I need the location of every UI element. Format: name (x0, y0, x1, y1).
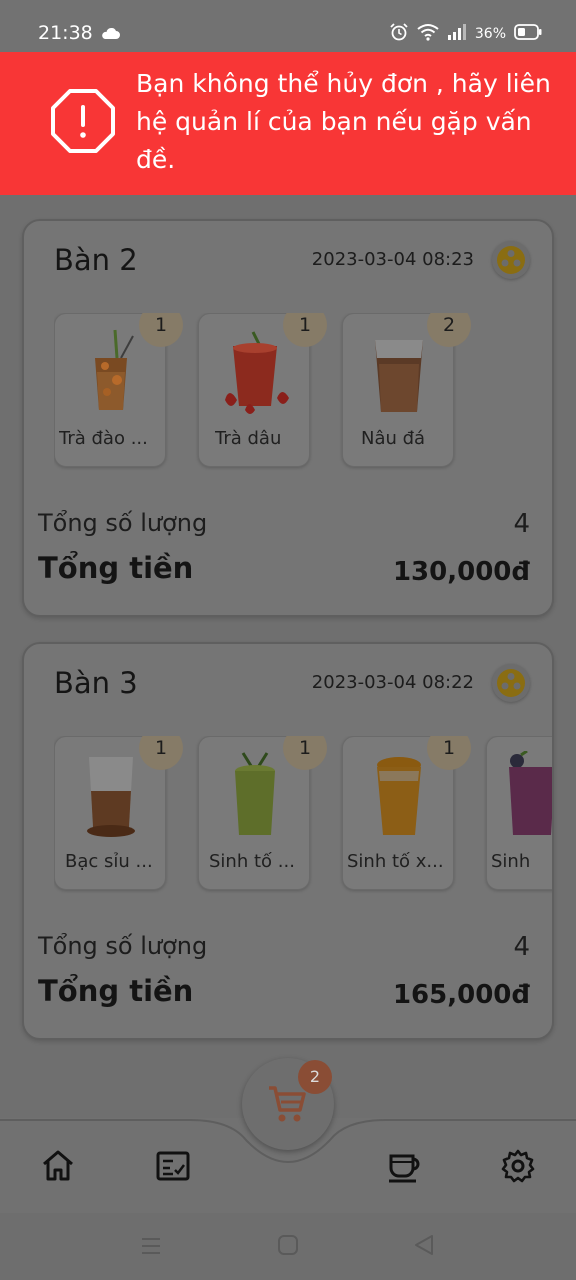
order-item[interactable]: Sinh tố ... 1 (198, 736, 327, 890)
error-toast: Bạn không thể hủy đơn , hãy liên hệ quản… (0, 52, 576, 195)
payment-button[interactable] (492, 664, 530, 702)
order-time: 2023-03-04 08:23 (311, 249, 474, 270)
order-item[interactable]: Sinh (486, 736, 552, 890)
bac-xiu-coffee-image (87, 757, 135, 837)
orders-list[interactable]: Bàn 2 2023-03-04 08:23 Trà đào ... 1 Trà… (0, 195, 576, 1120)
order-item[interactable]: Trà dâu 1 (198, 313, 327, 467)
order-card[interactable]: Bàn 2 2023-03-04 08:23 Trà đào ... 1 Trà… (22, 219, 554, 617)
system-navigation-bar (0, 1213, 576, 1280)
recent-apps-icon[interactable] (140, 1235, 162, 1257)
cart-count-badge: 2 (298, 1060, 332, 1094)
total-price-label: Tổng tiền (38, 551, 194, 585)
signal-icon (447, 24, 467, 44)
item-name: Sinh tố ... (209, 851, 295, 872)
iced-milk-coffee-image (375, 340, 423, 412)
order-item[interactable]: Trà đào ... 1 (54, 313, 183, 467)
item-name: Sinh tố x... (347, 851, 444, 872)
order-list-icon[interactable] (155, 1148, 191, 1184)
battery-percent: 36% (474, 26, 506, 42)
order-item[interactable]: Sinh tố x... 1 (342, 736, 471, 890)
home-icon[interactable] (40, 1148, 76, 1184)
mango-smoothie-image (377, 757, 421, 835)
total-price-value: 165,000đ (392, 980, 530, 1010)
item-name: Nâu đá (361, 428, 426, 449)
total-quantity-value: 4 (513, 509, 530, 539)
total-quantity-value: 4 (513, 932, 530, 962)
toast-message: Bạn không thể hủy đơn , hãy liên hệ quản… (136, 69, 551, 174)
status-icons: 36% (389, 22, 542, 46)
table-name: Bàn 2 (54, 243, 138, 277)
settings-gear-icon[interactable] (500, 1148, 536, 1184)
back-triangle-icon[interactable] (412, 1233, 436, 1257)
order-item[interactable]: Bạc sỉu ... 1 (54, 736, 183, 890)
alarm-icon (389, 22, 409, 46)
peach-tea-image (95, 329, 134, 410)
table-name: Bàn 3 (54, 666, 138, 700)
item-name: Sinh (491, 851, 531, 872)
total-quantity-label: Tổng số lượng (38, 932, 208, 960)
status-time: 21:38 (38, 22, 93, 44)
battery-icon (514, 24, 542, 44)
order-items[interactable]: Trà đào ... 1 Trà dâu 1 Nâu đá 2 (54, 313, 552, 473)
warning-octagon-icon (50, 88, 116, 158)
strawberry-tea-image (225, 331, 289, 414)
order-items[interactable]: Bạc sỉu ... 1 Sinh tố ... 1 Sinh tố x...… (54, 736, 552, 896)
item-name: Trà dâu (215, 428, 282, 449)
status-bar: 21:38 36% (0, 0, 576, 52)
order-time: 2023-03-04 08:22 (311, 672, 474, 693)
total-price-value: 130,000đ (392, 557, 530, 587)
dots-circle-icon (497, 669, 525, 697)
item-name: Trà đào ... (59, 428, 148, 449)
payment-button[interactable] (492, 241, 530, 279)
total-quantity-label: Tổng số lượng (38, 509, 208, 537)
total-price-label: Tổng tiền (38, 974, 194, 1008)
coffee-cup-icon[interactable] (386, 1148, 422, 1184)
cloud-icon (100, 25, 120, 44)
home-square-icon[interactable] (277, 1234, 299, 1256)
berry-smoothie-image (509, 751, 552, 835)
order-card[interactable]: Bàn 3 2023-03-04 08:22 Bạc sỉu ... 1 Sin… (22, 642, 554, 1040)
wifi-icon (417, 23, 439, 45)
avocado-smoothie-image (235, 752, 275, 835)
dots-circle-icon (497, 246, 525, 274)
order-item[interactable]: Nâu đá 2 (342, 313, 471, 467)
item-name: Bạc sỉu ... (65, 851, 153, 872)
